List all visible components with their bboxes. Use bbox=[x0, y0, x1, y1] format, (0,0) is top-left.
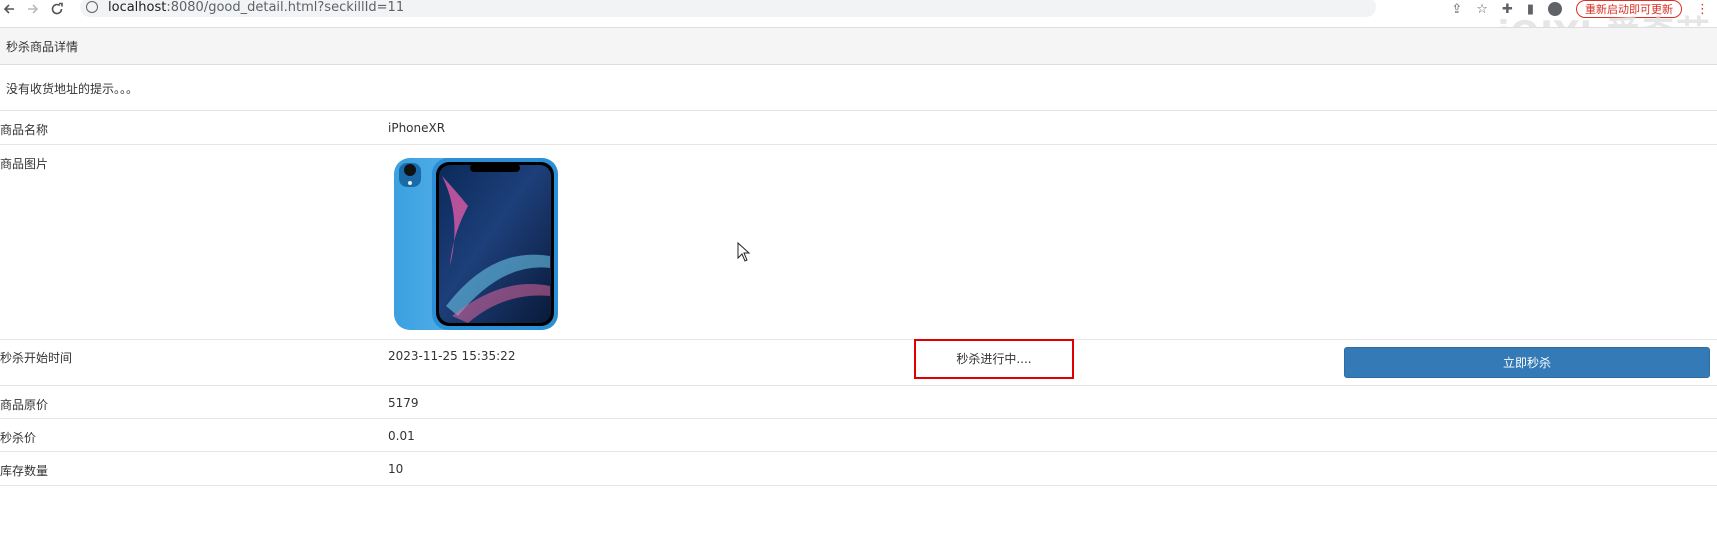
panel-heading: 秒杀商品详情 bbox=[0, 27, 1717, 65]
product-image bbox=[392, 156, 562, 332]
seckill-price-value: 0.01 bbox=[388, 429, 415, 443]
row-divider bbox=[0, 418, 1717, 419]
url-host: localhost bbox=[108, 0, 167, 15]
start-time-value: 2023-11-25 15:35:22 bbox=[388, 349, 516, 363]
browser-toolbar: localhost:8080/good_detail.html?seckillI… bbox=[0, 0, 1717, 18]
star-icon[interactable]: ☆ bbox=[1476, 2, 1488, 17]
back-icon[interactable] bbox=[0, 1, 18, 17]
seckill-status: 秒杀进行中.... bbox=[914, 339, 1074, 379]
row-divider bbox=[0, 485, 1717, 486]
reload-icon[interactable] bbox=[48, 1, 66, 17]
goods-name-value: iPhoneXR bbox=[388, 121, 446, 135]
original-price-value: 5179 bbox=[388, 396, 419, 410]
mouse-cursor-icon bbox=[737, 242, 751, 262]
address-bar[interactable]: localhost:8080/good_detail.html?seckillI… bbox=[80, 0, 1376, 17]
seckill-status-text: 秒杀进行中.... bbox=[956, 352, 1032, 366]
forward-icon[interactable] bbox=[24, 1, 42, 17]
row-divider bbox=[0, 339, 1717, 340]
row-divider bbox=[0, 451, 1717, 452]
goods-image-label: 商品图片 bbox=[0, 157, 49, 171]
stock-value: 10 bbox=[388, 462, 404, 476]
address-notice: 没有收货地址的提示。。。 bbox=[6, 82, 139, 96]
goods-name-label: 商品名称 bbox=[0, 123, 49, 137]
original-price-label: 商品原价 bbox=[0, 398, 49, 412]
stock-label: 库存数量 bbox=[0, 464, 49, 478]
start-time-label: 秒杀开始时间 bbox=[0, 351, 73, 365]
url-path: :8080/good_detail.html?seckillId=11 bbox=[166, 0, 405, 15]
share-icon[interactable]: ⇪ bbox=[1451, 2, 1462, 17]
seckill-now-button[interactable]: 立即秒杀 bbox=[1344, 347, 1710, 378]
row-divider bbox=[0, 385, 1717, 386]
seckill-price-label: 秒杀价 bbox=[0, 431, 37, 445]
panel-title: 秒杀商品详情 bbox=[6, 39, 79, 54]
row-divider bbox=[0, 144, 1717, 145]
site-info-icon[interactable] bbox=[86, 1, 98, 13]
row-divider bbox=[0, 110, 1717, 111]
